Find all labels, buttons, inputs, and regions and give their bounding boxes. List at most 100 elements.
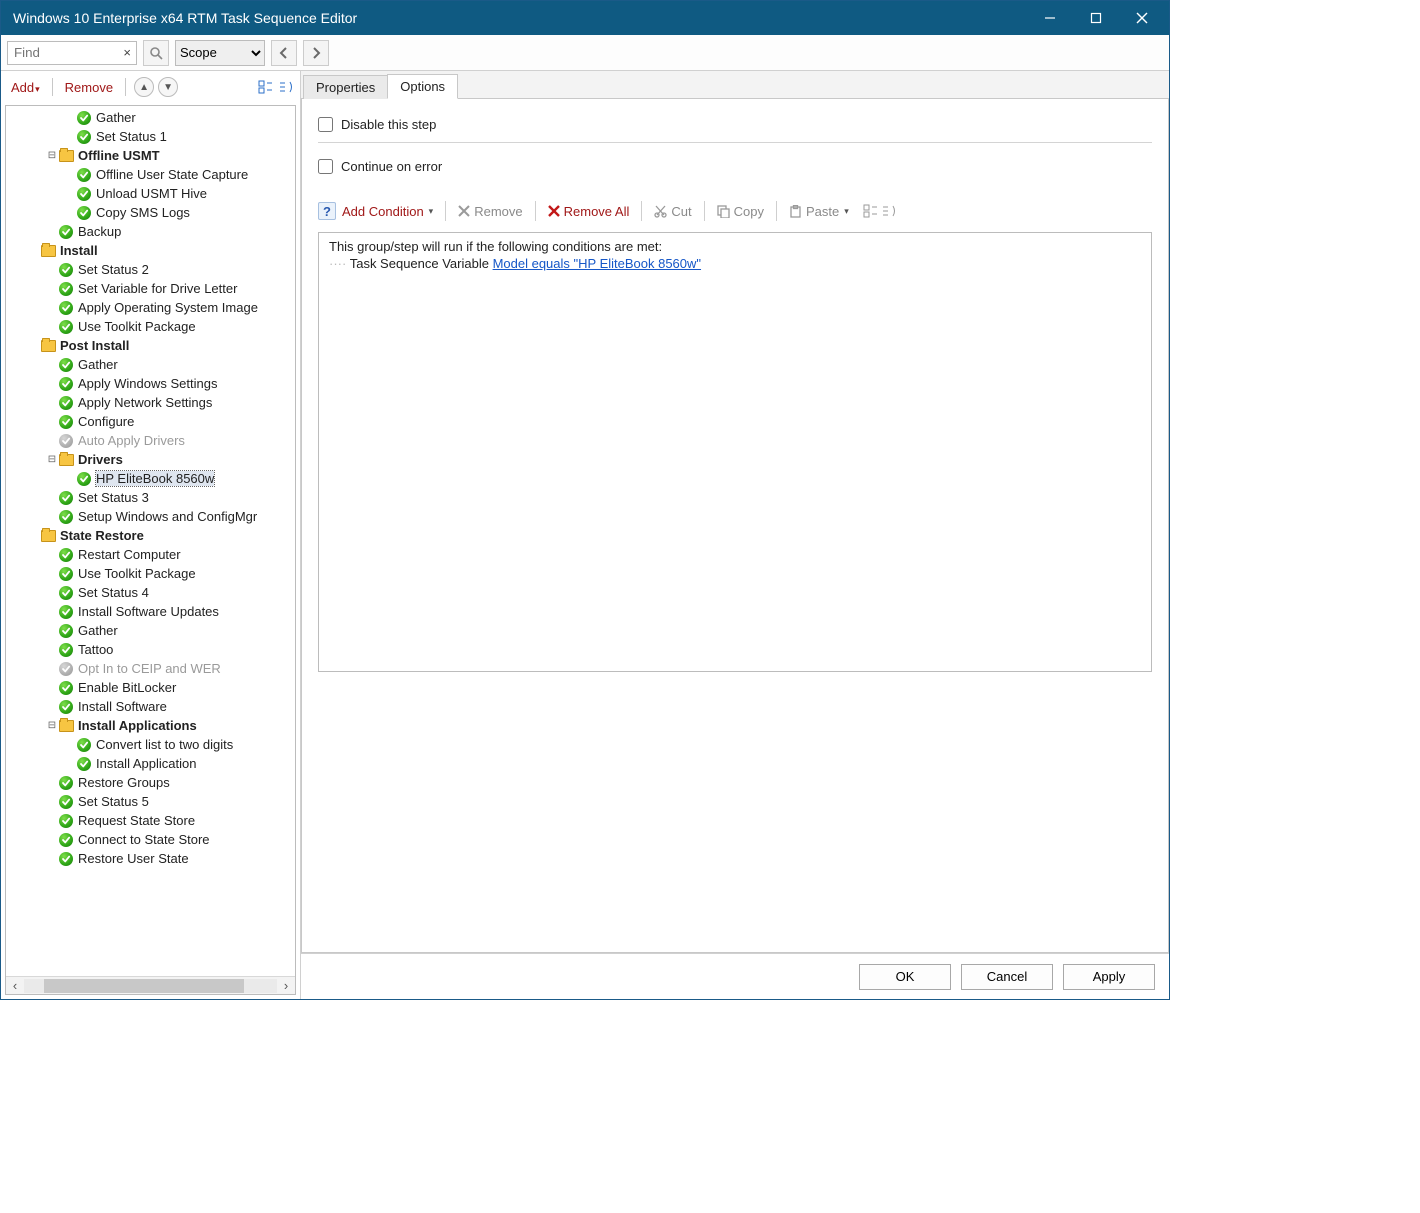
tree-step[interactable]: Restore User State — [6, 849, 295, 868]
tree-step[interactable]: Set Status 3 — [6, 488, 295, 507]
move-down-button[interactable]: ▼ — [158, 77, 178, 97]
disable-step-label: Disable this step — [341, 117, 436, 132]
tree-step[interactable]: Tattoo — [6, 640, 295, 659]
tree-twisty[interactable]: ⊟ — [46, 454, 58, 465]
minimize-button[interactable] — [1027, 1, 1073, 35]
ok-button[interactable]: OK — [859, 964, 951, 990]
remove-button[interactable]: Remove — [61, 78, 117, 97]
add-button[interactable]: Add▾ — [7, 78, 44, 97]
continue-on-error-checkbox[interactable] — [318, 159, 333, 174]
tree-label: Gather — [96, 110, 136, 125]
expand-all-icon[interactable] — [863, 203, 879, 219]
check-disabled-icon — [58, 661, 74, 677]
tree-step[interactable]: Apply Windows Settings — [6, 374, 295, 393]
tree-group[interactable]: Install — [6, 241, 295, 260]
condition-row[interactable]: ···· Task Sequence Variable Model equals… — [329, 256, 1141, 271]
tree-step[interactable]: Request State Store — [6, 811, 295, 830]
tree-step[interactable]: Gather — [6, 621, 295, 640]
tree-group[interactable]: ⊟Drivers — [6, 450, 295, 469]
tree-step[interactable]: Restore Groups — [6, 773, 295, 792]
collapse-all-icon[interactable] — [881, 203, 897, 219]
expand-all-icon[interactable] — [258, 79, 274, 95]
tree-label: Restore Groups — [78, 775, 170, 790]
tree-label: Use Toolkit Package — [78, 319, 196, 334]
tree-step[interactable]: Offline User State Capture — [6, 165, 295, 184]
tree-step[interactable]: Set Status 5 — [6, 792, 295, 811]
disable-step-row[interactable]: Disable this step — [318, 111, 1152, 138]
cond-remove-button[interactable]: Remove — [454, 202, 526, 221]
tree-label: Setup Windows and ConfigMgr — [78, 509, 257, 524]
tree-group[interactable]: ⊟Install Applications — [6, 716, 295, 735]
apply-button[interactable]: Apply — [1063, 964, 1155, 990]
tree-step[interactable]: Install Application — [6, 754, 295, 773]
continue-on-error-row[interactable]: Continue on error — [318, 153, 1152, 180]
tree-step[interactable]: Unload USMT Hive — [6, 184, 295, 203]
move-up-button[interactable]: ▲ — [134, 77, 154, 97]
tree-step[interactable]: Auto Apply Drivers — [6, 431, 295, 450]
nav-forward-button[interactable] — [303, 40, 329, 66]
search-button[interactable] — [143, 40, 169, 66]
condition-link[interactable]: Model equals "HP EliteBook 8560w" — [493, 256, 701, 271]
tree-label: Set Status 3 — [78, 490, 149, 505]
tree-group[interactable]: State Restore — [6, 526, 295, 545]
tree-h-scrollbar[interactable]: ‹ › — [6, 976, 295, 994]
tree-step[interactable]: Apply Network Settings — [6, 393, 295, 412]
close-button[interactable] — [1119, 1, 1165, 35]
tree-step[interactable]: Use Toolkit Package — [6, 564, 295, 583]
tree-twisty[interactable]: ⊟ — [46, 720, 58, 731]
tree-step[interactable]: Copy SMS Logs — [6, 203, 295, 222]
nav-back-button[interactable] — [271, 40, 297, 66]
tree-step[interactable]: Set Status 1 — [6, 127, 295, 146]
tree-step[interactable]: Set Variable for Drive Letter — [6, 279, 295, 298]
tree-step[interactable]: Connect to State Store — [6, 830, 295, 849]
tree-label: Convert list to two digits — [96, 737, 233, 752]
cond-cut-button[interactable]: Cut — [650, 202, 695, 221]
tree-label: State Restore — [60, 528, 144, 543]
help-icon[interactable]: ? — [318, 202, 336, 220]
tree-step[interactable]: Opt In to CEIP and WER — [6, 659, 295, 678]
tree-step[interactable]: Set Status 4 — [6, 583, 295, 602]
cancel-button[interactable]: Cancel — [961, 964, 1053, 990]
tree-step[interactable]: Apply Operating System Image — [6, 298, 295, 317]
tree-label: Set Status 4 — [78, 585, 149, 600]
tree-step[interactable]: Install Software Updates — [6, 602, 295, 621]
find-input[interactable] — [7, 41, 137, 65]
tree-label: Offline User State Capture — [96, 167, 248, 182]
tree-step[interactable]: Convert list to two digits — [6, 735, 295, 754]
cond-copy-button[interactable]: Copy — [713, 202, 768, 221]
collapse-all-icon[interactable] — [278, 79, 294, 95]
clear-find-icon[interactable]: × — [123, 45, 131, 60]
tree-step[interactable]: Use Toolkit Package — [6, 317, 295, 336]
maximize-button[interactable] — [1073, 1, 1119, 35]
check-icon — [58, 262, 74, 278]
tab-properties[interactable]: Properties — [303, 75, 388, 99]
tree-step[interactable]: Gather — [6, 355, 295, 374]
cond-paste-button[interactable]: Paste▾ — [785, 202, 853, 221]
folder-icon — [40, 338, 56, 354]
tree-label: Tattoo — [78, 642, 113, 657]
tree-step[interactable]: Gather — [6, 108, 295, 127]
task-tree[interactable]: Gather Set Status 1⊟Offline USMT Offline U… — [6, 106, 295, 976]
tree-step[interactable]: Setup Windows and ConfigMgr — [6, 507, 295, 526]
add-condition-button[interactable]: Add Condition▾ — [338, 202, 437, 221]
tree-step[interactable]: Backup — [6, 222, 295, 241]
check-icon — [58, 851, 74, 867]
tree-step[interactable]: Install Software — [6, 697, 295, 716]
tree-group[interactable]: Post Install — [6, 336, 295, 355]
tree-label: HP EliteBook 8560w — [96, 471, 214, 486]
tree-step[interactable]: Set Status 2 — [6, 260, 295, 279]
tree-group[interactable]: ⊟Offline USMT — [6, 146, 295, 165]
check-icon — [58, 642, 74, 658]
tree-step[interactable]: Restart Computer — [6, 545, 295, 564]
check-icon — [58, 547, 74, 563]
folder-icon — [58, 452, 74, 468]
conditions-list[interactable]: This group/step will run if the followin… — [318, 232, 1152, 672]
tree-step[interactable]: Enable BitLocker — [6, 678, 295, 697]
tree-step[interactable]: HP EliteBook 8560w — [6, 469, 295, 488]
cond-remove-all-button[interactable]: Remove All — [544, 202, 634, 221]
tree-step[interactable]: Configure — [6, 412, 295, 431]
disable-step-checkbox[interactable] — [318, 117, 333, 132]
tree-twisty[interactable]: ⊟ — [46, 150, 58, 161]
tab-options[interactable]: Options — [387, 74, 458, 99]
scope-select[interactable]: Scope — [175, 40, 265, 66]
